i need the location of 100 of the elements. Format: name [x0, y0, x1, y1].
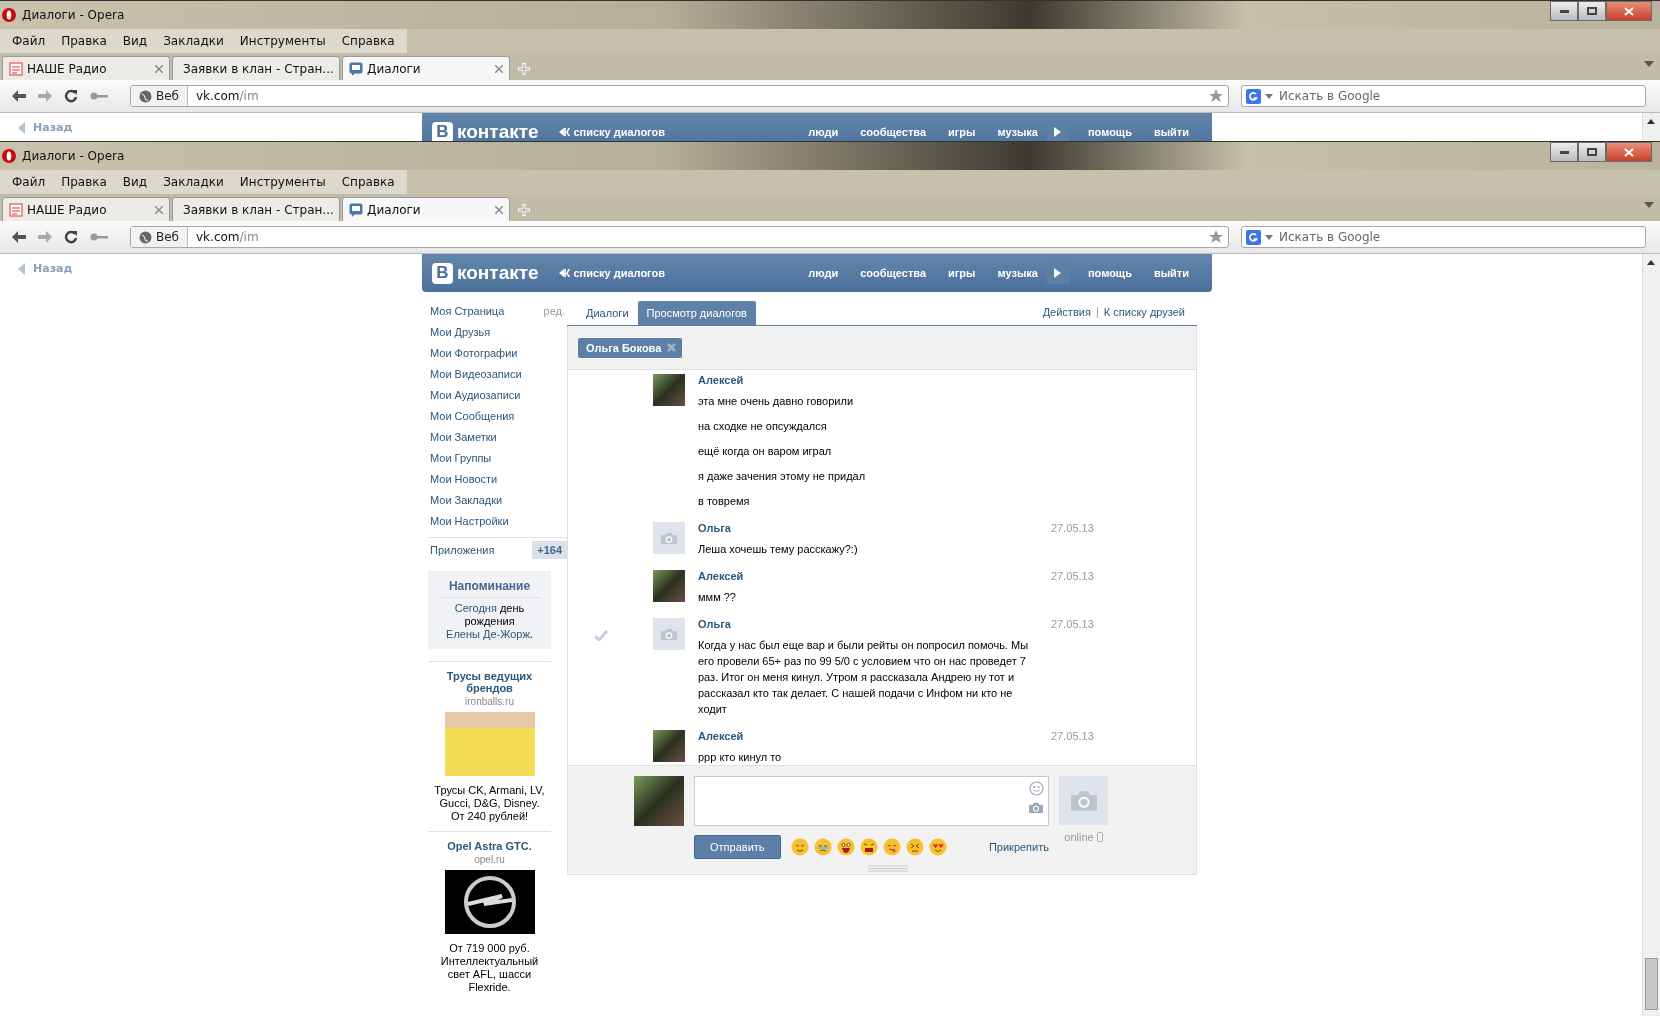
search-field[interactable]: Искать в Google	[1241, 226, 1646, 248]
forward-arrow-icon[interactable]	[38, 90, 52, 102]
author-name[interactable]: Алексей	[698, 730, 1043, 746]
web-badge[interactable]: Веб	[131, 227, 188, 247]
back-to-dialogs-link[interactable]: К списку диалогов	[563, 267, 666, 279]
minimize-button[interactable]	[1550, 142, 1578, 162]
dropdown-arrow-icon[interactable]	[1644, 202, 1654, 208]
nav-link[interactable]: сообщества	[849, 267, 937, 279]
browser-tab[interactable]: Диалоги	[342, 56, 510, 80]
logo-text[interactable]: контакте	[457, 262, 539, 284]
menu-item[interactable]: Вид	[114, 172, 156, 192]
scroll-up-icon[interactable]	[1647, 119, 1655, 124]
reload-icon[interactable]	[64, 89, 78, 103]
browser-tab[interactable]: Диалоги	[342, 197, 510, 221]
menu-item[interactable]: Вид	[114, 31, 156, 51]
browser-tab[interactable]: НАШЕ Радио	[2, 197, 170, 221]
message-input[interactable]	[694, 776, 1049, 826]
nav-link[interactable]: люди	[797, 126, 850, 138]
dropdown-arrow-icon[interactable]	[1644, 61, 1654, 67]
browser-tab[interactable]: Заявки в клан - Стран...	[172, 197, 340, 221]
logo-text[interactable]: контакте	[457, 121, 539, 141]
close-icon[interactable]	[155, 205, 163, 214]
logo-mark[interactable]: В	[432, 262, 453, 284]
avatar-photo[interactable]	[653, 730, 685, 762]
sidebar-link[interactable]: Мои Фотографии	[430, 346, 518, 359]
attach-link[interactable]: Прикрепить	[988, 841, 1049, 853]
back-arrow-icon[interactable]	[12, 231, 26, 243]
sidebar-link[interactable]: Мои Сообщения	[430, 409, 515, 422]
sidebar-link[interactable]: Мои Группы	[430, 451, 492, 464]
menu-item[interactable]: Закладки	[155, 31, 232, 51]
menu-item[interactable]: Закладки	[155, 172, 232, 192]
nav-link[interactable]: выйти	[1142, 126, 1200, 138]
emoji-icon[interactable]	[882, 838, 901, 856]
emoji-icon[interactable]	[836, 838, 855, 856]
close-icon[interactable]	[495, 64, 503, 73]
dialog-tab[interactable]: Диалоги	[577, 301, 638, 325]
emoji-icon[interactable]	[813, 838, 832, 856]
smiley-icon[interactable]	[1029, 781, 1044, 796]
author-name[interactable]: Алексей	[698, 374, 1043, 390]
action-link[interactable]: Действия	[1042, 306, 1091, 318]
send-button[interactable]: Отправить	[694, 835, 781, 859]
sidebar-link[interactable]: Моя Страница	[430, 304, 505, 317]
dropdown-arrow-icon[interactable]	[1265, 93, 1273, 99]
star-icon[interactable]	[1209, 230, 1223, 244]
menu-item[interactable]: Справка	[333, 31, 403, 51]
menu-item[interactable]: Инструменты	[231, 172, 334, 192]
sidebar-link[interactable]: Мои Закладки	[430, 493, 503, 506]
star-icon[interactable]	[1209, 89, 1223, 103]
close-button[interactable]	[1606, 142, 1652, 162]
reminder-link[interactable]: Елены Де-Жорж	[446, 628, 530, 640]
menu-item[interactable]: Справка	[333, 172, 403, 192]
author-name[interactable]: Ольга	[698, 522, 1043, 538]
avatar-photo[interactable]	[653, 570, 685, 602]
menu-item[interactable]: Файл	[4, 31, 54, 51]
nav-link[interactable]: люди	[797, 267, 850, 279]
resize-handle[interactable]	[868, 865, 908, 872]
nav-link[interactable]: игры	[937, 267, 987, 279]
close-button[interactable]	[1606, 1, 1652, 21]
close-icon[interactable]	[495, 205, 503, 214]
ad-title[interactable]: Opel Astra GTC.	[428, 840, 551, 852]
back-arrow-icon[interactable]	[12, 90, 26, 102]
avatar-photo[interactable]	[653, 374, 685, 406]
nav-link[interactable]: игры	[937, 126, 987, 138]
close-icon[interactable]	[155, 64, 163, 73]
close-icon[interactable]	[667, 343, 677, 352]
action-link[interactable]: К списку друзей	[1103, 306, 1185, 318]
search-field[interactable]: Искать в Google	[1241, 85, 1646, 107]
emoji-icon[interactable]	[905, 838, 924, 856]
key-icon[interactable]	[90, 232, 108, 242]
recipient-chip[interactable]: Ольга Бокова	[578, 337, 683, 358]
search-input[interactable]: Искать в Google	[1277, 88, 1645, 104]
emoji-icon[interactable]	[859, 838, 878, 856]
scroll-up-icon[interactable]	[1647, 260, 1655, 265]
sidebar-link[interactable]: Мои Аудиозаписи	[430, 388, 521, 401]
logo-mark[interactable]: В	[432, 121, 453, 141]
key-icon[interactable]	[90, 91, 108, 101]
ad-title[interactable]: Трусы ведущих брендов	[428, 670, 551, 694]
sidebar-link[interactable]: Мои Друзья	[430, 325, 491, 338]
dialog-tab[interactable]: Просмотр диалогов	[637, 301, 756, 325]
emoji-icon[interactable]	[790, 838, 809, 856]
forward-arrow-icon[interactable]	[38, 231, 52, 243]
nav-link[interactable]: помощь	[1076, 267, 1143, 279]
author-name[interactable]: Алексей	[698, 570, 1043, 586]
reload-icon[interactable]	[64, 230, 78, 244]
scrollbar[interactable]	[1642, 113, 1660, 141]
dropdown-arrow-icon[interactable]	[1265, 234, 1273, 240]
menu-item[interactable]: Правка	[53, 31, 115, 51]
sidebar-link[interactable]: Мои Новости	[430, 472, 498, 485]
maximize-button[interactable]	[1578, 142, 1606, 162]
maximize-button[interactable]	[1578, 1, 1606, 21]
sidebar-link[interactable]: Мои Видеозаписи	[430, 367, 522, 380]
nav-link[interactable]: помощь	[1076, 126, 1143, 138]
sidebar-link[interactable]: Мои Заметки	[430, 430, 497, 443]
scrollbar[interactable]	[1642, 254, 1660, 1016]
address-field[interactable]: Веб vk.com/im	[130, 226, 1229, 248]
browser-tab[interactable]: Заявки в клан - Стран...	[172, 56, 340, 80]
author-name[interactable]: Ольга	[698, 618, 1043, 634]
browser-tab[interactable]: НАШЕ Радио	[2, 56, 170, 80]
menu-item[interactable]: Инструменты	[231, 31, 334, 51]
back-to-dialogs-link[interactable]: К списку диалогов	[563, 126, 666, 138]
